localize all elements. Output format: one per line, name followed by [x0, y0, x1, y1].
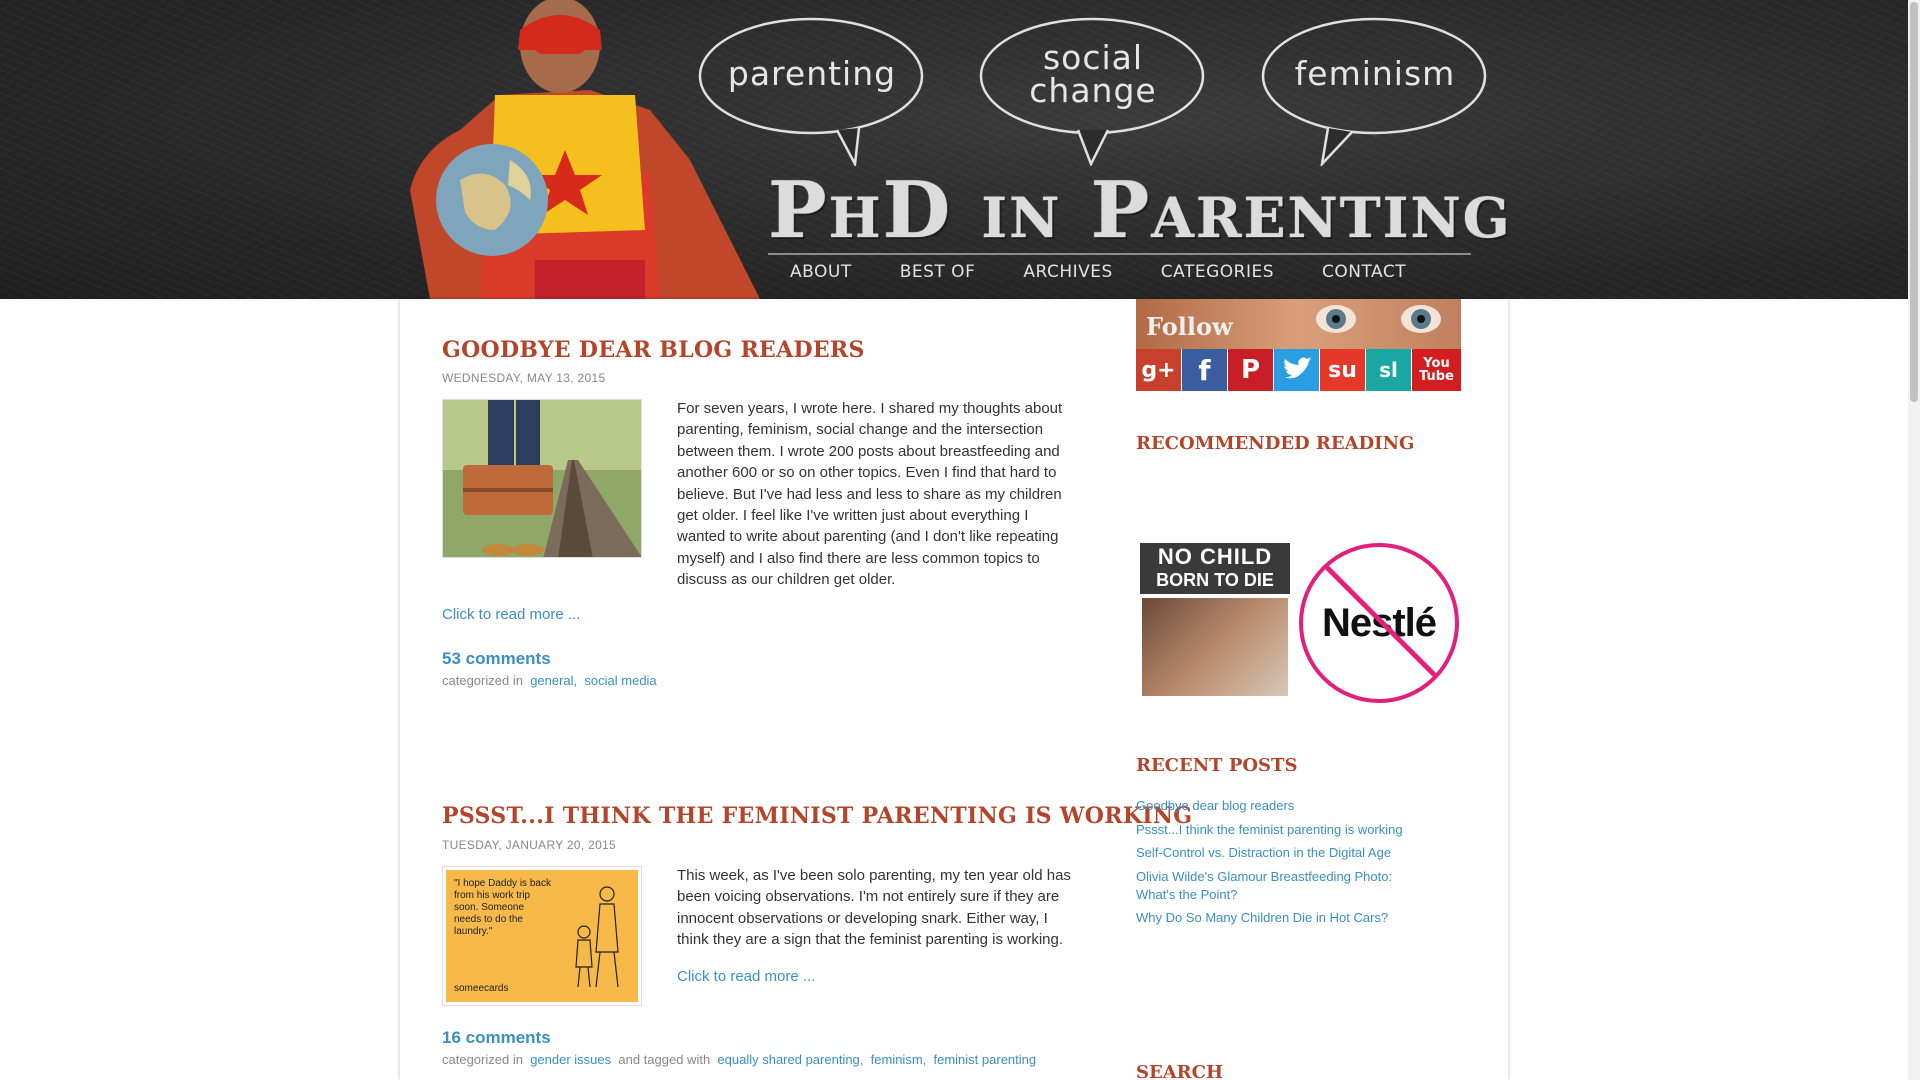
- ecard-text: "I hope Daddy is back from his work trip…: [454, 878, 551, 937]
- comments-link[interactable]: 53 comments: [442, 649, 551, 669]
- search-title: SEARCH: [1136, 1062, 1223, 1080]
- post-date: WEDNESDAY, MAY 13, 2015: [442, 371, 606, 385]
- recommended-reading-title: RECOMMENDED READING: [1136, 433, 1415, 454]
- post-thumbnail-suitcase[interactable]: [442, 399, 642, 558]
- slideshare-icon[interactable]: sl: [1366, 349, 1411, 391]
- recent-post-link[interactable]: Goodbye dear blog readers: [1136, 797, 1426, 815]
- nav-best-of[interactable]: BEST OF: [900, 262, 976, 282]
- post-title[interactable]: PSSST...I THINK THE FEMINIST PARENTING I…: [442, 803, 1192, 829]
- post-title[interactable]: GOODBYE DEAR BLOG READERS: [442, 337, 865, 363]
- post-date: TUESDAY, JANUARY 20, 2015: [442, 838, 617, 852]
- follow-label: Follow: [1146, 312, 1233, 341]
- nav-about[interactable]: ABOUT: [790, 262, 852, 282]
- recent-post-link[interactable]: Why Do So Many Children Die in Hot Cars?: [1136, 909, 1426, 927]
- google-plus-icon[interactable]: g+: [1136, 349, 1181, 391]
- read-more-link[interactable]: Click to read more ...: [677, 968, 815, 985]
- pinterest-icon[interactable]: P: [1228, 349, 1273, 391]
- recent-post-link[interactable]: Olivia Wilde's Glamour Breastfeeding Pho…: [1136, 868, 1426, 904]
- category-link[interactable]: social media: [584, 673, 656, 688]
- bubble-parenting: parenting: [697, 16, 927, 166]
- bubble-feminism: feminism: [1260, 16, 1490, 166]
- recent-post-link[interactable]: Pssst...I think the feminist parenting i…: [1136, 821, 1426, 839]
- stumbleupon-icon[interactable]: su: [1320, 349, 1365, 391]
- scrollbar-thumb[interactable]: [1910, 2, 1918, 402]
- post-excerpt: This week, as I've been solo parenting, …: [677, 867, 1071, 949]
- recent-post-link[interactable]: Self-Control vs. Distraction in the Digi…: [1136, 844, 1426, 862]
- no-child-born-to-die-banner[interactable]: NO CHILD BORN TO DIE: [1140, 543, 1290, 702]
- bubble-social-change: social change: [978, 16, 1208, 166]
- youtube-icon[interactable]: You Tube: [1412, 349, 1461, 391]
- nestle-boycott-badge[interactable]: Nestlé: [1299, 543, 1459, 703]
- follow-widget: Follow g+ f P su sl You Tube: [1136, 299, 1461, 391]
- post-categories: categorized in general, social media: [442, 673, 657, 688]
- twitter-icon[interactable]: [1274, 349, 1319, 391]
- site-header: parenting social change feminism PhD in …: [0, 0, 1908, 299]
- comments-link[interactable]: 16 comments: [442, 1028, 551, 1048]
- tag-link[interactable]: feminist parenting: [934, 1052, 1037, 1067]
- category-link[interactable]: general: [530, 673, 573, 688]
- site-title[interactable]: PhD in Parenting: [768, 165, 1512, 256]
- post-thumbnail-ecard[interactable]: "I hope Daddy is back from his work trip…: [442, 866, 642, 1006]
- tag-link[interactable]: equally shared parenting: [717, 1052, 859, 1067]
- page-scrollbar[interactable]: [1908, 0, 1920, 1080]
- nav-categories[interactable]: CATEGORIES: [1161, 262, 1274, 282]
- tag-link[interactable]: feminism: [871, 1052, 923, 1067]
- post-categories: categorized in gender issues and tagged …: [442, 1052, 1037, 1067]
- read-more-link[interactable]: Click to read more ...: [442, 606, 580, 623]
- facebook-icon[interactable]: f: [1182, 349, 1227, 391]
- main-nav: ABOUT BEST OF ARCHIVES CATEGORIES CONTAC…: [790, 262, 1454, 282]
- nav-archives[interactable]: ARCHIVES: [1023, 262, 1112, 282]
- ecard-brand: someecards: [454, 983, 509, 994]
- nav-contact[interactable]: CONTACT: [1322, 262, 1406, 282]
- category-link[interactable]: gender issues: [530, 1052, 611, 1067]
- title-underline: [768, 253, 1471, 255]
- post-excerpt: For seven years, I wrote here. I shared …: [677, 400, 1063, 589]
- recent-posts-title: RECENT POSTS: [1136, 755, 1298, 776]
